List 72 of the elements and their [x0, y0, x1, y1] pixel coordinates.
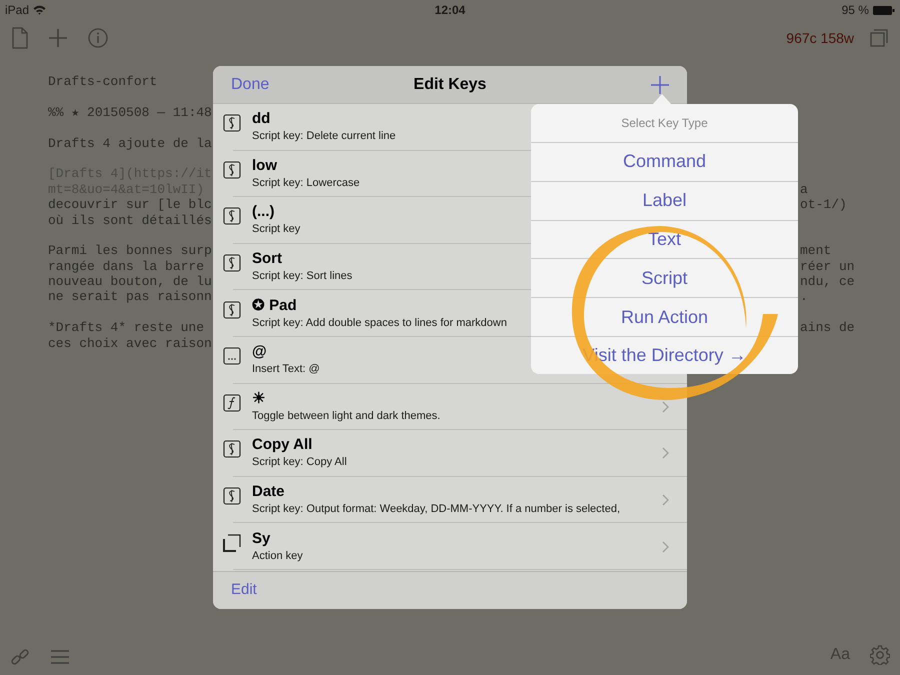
battery-icon	[872, 6, 895, 14]
function-key-icon	[223, 394, 241, 412]
editor-text-line: Drafts 4 ajoute de la	[48, 136, 212, 151]
wifi-icon	[33, 5, 46, 15]
text-key-icon	[223, 347, 241, 366]
key-description: Script key: Output format: Weekday, DD-MM-YYYY. If a number is selected,	[252, 502, 620, 518]
key-title: @	[252, 343, 267, 362]
clock-time: 12:04	[434, 2, 466, 19]
editor-text-fragment: ains de	[800, 320, 855, 336]
add-icon[interactable]	[650, 76, 669, 94]
key-type-option[interactable]: Label	[531, 180, 798, 220]
editor-text-line: ces choix avec raison	[48, 336, 212, 351]
script-key-icon	[223, 207, 241, 226]
document-icon[interactable]	[12, 27, 28, 49]
key-title: dd	[252, 110, 270, 128]
device-name: iPad	[5, 2, 30, 19]
key-description: Script key: Copy All	[252, 455, 347, 470]
key-description: Script key: Sort lines	[252, 269, 352, 284]
chevron-icon[interactable]	[662, 447, 669, 460]
chevron-icon[interactable]	[662, 540, 669, 553]
popover-title: Select Key Type	[620, 115, 709, 132]
script-key-icon	[223, 487, 241, 506]
editor-text-line: où ils sont détaillés	[48, 212, 212, 228]
script-key-icon	[223, 440, 241, 458]
battery-percent: 95 %	[842, 2, 869, 19]
editor-text-line: %% ★ 20150508 — 11:48	[48, 104, 212, 120]
copy-icon[interactable]	[870, 29, 888, 47]
key-type-option[interactable]: Command	[531, 142, 798, 181]
editor-text-line: ne serait pas raisonn	[48, 289, 212, 304]
key-description: Script key: Delete current line	[252, 129, 396, 144]
script-key-icon	[223, 254, 241, 272]
info-icon[interactable]	[88, 28, 108, 48]
done-button[interactable]: Done	[231, 72, 291, 96]
key-title: Copy All	[252, 436, 312, 454]
dialog-title: Edit Keys	[414, 74, 486, 94]
key-description: Script key	[252, 222, 300, 238]
key-title: low	[252, 156, 277, 175]
settings-icon[interactable]	[870, 645, 890, 665]
editor-text-line: Drafts-confort	[48, 74, 158, 89]
script-key-icon	[223, 160, 241, 179]
key-description: Insert Text: @	[252, 362, 320, 378]
link-icon[interactable]	[10, 647, 30, 667]
editor-text-line: nouveau bouton, de lu	[48, 274, 212, 290]
editor-text-fragment: ot-1/)	[800, 197, 847, 213]
editor-text-line: *Drafts 4* reste une	[48, 320, 204, 336]
editor-text-fragment: ndu, ce	[800, 274, 855, 290]
key-title: (...)	[252, 203, 274, 222]
script-key-icon	[223, 114, 241, 132]
key-title: Sort	[252, 250, 282, 268]
key-description: Action key	[252, 548, 303, 564]
key-title: Sy	[252, 530, 270, 548]
key-description: Toggle between light and dark themes.	[252, 408, 440, 424]
plus-icon[interactable]	[48, 28, 68, 48]
script-key-icon	[223, 300, 241, 319]
key-description: Script key: Add double spaces to lines for markdown	[252, 316, 507, 331]
editor-text-fragment: ment	[800, 243, 832, 259]
character-word-count: 967c 158w	[786, 28, 854, 48]
edit-button[interactable]: Edit	[231, 579, 257, 602]
key-title: ✪ Pad	[252, 296, 297, 315]
editor-text-fragment: a	[800, 182, 808, 198]
key-title: Date	[252, 483, 285, 502]
action-key-icon	[223, 534, 241, 552]
key-title: ☀	[252, 390, 265, 408]
menu-icon[interactable]	[50, 649, 70, 665]
chevron-icon[interactable]	[662, 400, 669, 413]
chevron-icon[interactable]	[662, 494, 669, 506]
editor-text-fragment: .	[800, 289, 808, 305]
editor-text-line: Parmi les bonnes surp	[48, 243, 212, 258]
editor-text-line: decouvrir sur [le blc	[48, 197, 212, 212]
editor-text-fragment: réer un	[800, 258, 855, 274]
editor-text-line: rangée dans la barre	[48, 258, 204, 274]
key-description: Script key: Lowercase	[252, 176, 360, 191]
